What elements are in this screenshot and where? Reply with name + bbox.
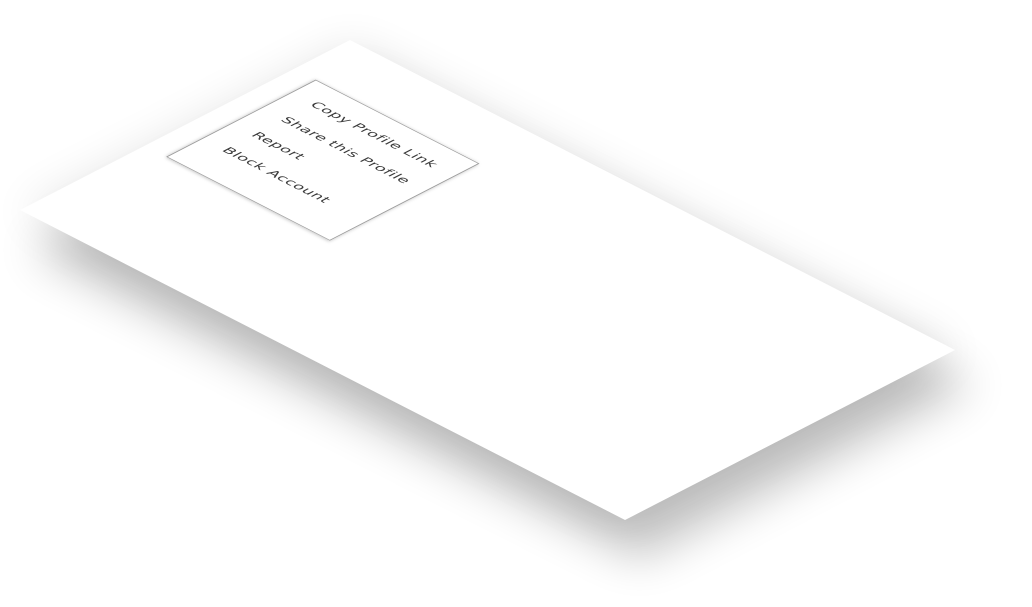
canvas: Copy Profile Link Share this Profile Rep…: [0, 0, 1032, 607]
profile-options-menu: Copy Profile Link Share this Profile Rep…: [166, 79, 480, 241]
app-screen: Copy Profile Link Share this Profile Rep…: [20, 40, 956, 520]
